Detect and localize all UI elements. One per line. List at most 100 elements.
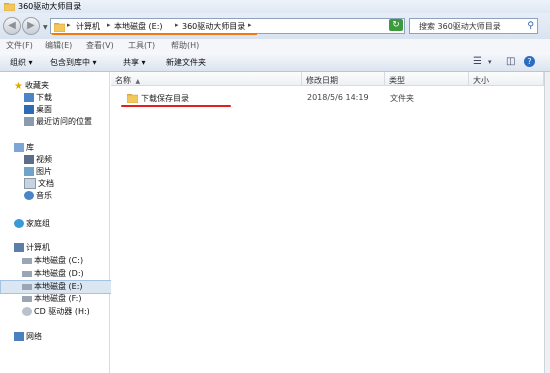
vertical-scrollbar[interactable] [544,72,550,373]
search-icon[interactable]: ⚲ [527,21,534,31]
include-in-library-label: 包含到库中 [50,58,90,67]
sidebar-item-cd-drive[interactable]: CD 驱动器 (H:) [22,306,90,318]
sidebar-libraries[interactable]: 库 [14,142,34,154]
column-header-modified[interactable]: 修改日期 [302,72,385,86]
refresh-button[interactable]: ↻ [389,19,403,31]
window-title: 360驱动大师目录 [18,2,82,11]
drive-icon [22,257,32,264]
forward-icon: ▶ [27,20,35,31]
breadcrumb-separator[interactable]: ▸ [107,21,111,29]
include-in-library-button[interactable]: 包含到库中 ▾ [50,57,97,68]
refresh-icon: ↻ [392,20,400,30]
sidebar-item-desktop[interactable]: 桌面 [24,104,52,116]
column-header-name[interactable]: 名称 ▲ [111,72,302,86]
sort-ascending-icon: ▲ [135,78,141,85]
homegroup-icon [14,219,24,228]
sidebar-item-recent[interactable]: 最近访问的位置 [24,116,92,128]
breadcrumb-separator[interactable]: ▸ [67,21,71,29]
sidebar-item-label: 视频 [36,155,52,164]
computer-icon [14,243,24,252]
drive-icon [22,283,32,290]
sidebar-item-label: 本地磁盘 (E:) [34,282,83,291]
forward-button[interactable]: ▶ [22,17,40,35]
file-type: 文件夹 [390,94,414,103]
downloads-icon [24,93,34,102]
views-icon[interactable]: ☰ [473,56,482,67]
menu-help[interactable]: 帮助(H) [171,40,199,51]
folder-icon [54,23,65,32]
column-header-size[interactable]: 大小 [469,72,544,86]
sidebar-item-drive-f[interactable]: 本地磁盘 (F:) [22,293,81,305]
breadcrumb-separator[interactable]: ▸ [248,21,252,29]
sidebar-computer[interactable]: 计算机 [14,242,50,254]
new-folder-button[interactable]: 新建文件夹 [166,57,206,68]
share-button[interactable]: 共享 ▾ [123,57,146,68]
sidebar-homegroup-label: 家庭组 [26,219,50,228]
menu-view[interactable]: 查看(V) [86,40,114,51]
sidebar-item-documents[interactable]: 文档 [24,178,54,190]
navigation-bar: ◀ ▶ ▼ ▸ 计算机 ▸ 本地磁盘 (E:) ▸ 360驱动大师目录 ▸ ▼ … [0,13,550,39]
preview-pane-icon[interactable]: ◫ [506,56,515,67]
sidebar-network[interactable]: 网络 [14,331,42,343]
share-label: 共享 [123,58,139,67]
navigation-pane: ★ 收藏夹 下载 桌面 最近访问的位置 库 视频 图片 文档 音乐 家庭组 计算机… [0,72,133,373]
views-dropdown[interactable]: ▾ [488,58,492,66]
documents-icon [24,178,36,189]
menu-edit[interactable]: 编辑(E) [45,40,72,51]
organize-button[interactable]: 组织 ▾ [10,57,33,68]
sidebar-item-label: 本地磁盘 (D:) [34,269,84,278]
sidebar-computer-label: 计算机 [26,243,50,252]
breadcrumb-separator[interactable]: ▸ [175,21,179,29]
sidebar-item-label: 图片 [36,167,52,176]
videos-icon [24,155,34,164]
sidebar-item-drive-c[interactable]: 本地磁盘 (C:) [22,255,83,267]
menu-bar: 文件(F) 编辑(E) 查看(V) 工具(T) 帮助(H) [0,39,550,52]
folder-icon [4,3,15,11]
column-name-label: 名称 [115,76,131,85]
back-icon: ◀ [8,20,16,31]
organize-label: 组织 [10,58,26,67]
menu-tools[interactable]: 工具(T) [128,40,155,51]
sidebar-item-label: 下载 [36,93,52,102]
menu-file[interactable]: 文件(F) [6,40,33,51]
drive-icon [22,295,32,302]
cd-icon [22,307,32,316]
breadcrumb-computer[interactable]: 计算机 [76,21,100,32]
help-icon[interactable]: ? [524,56,535,67]
sidebar-item-pictures[interactable]: 图片 [24,166,52,178]
search-box[interactable]: 搜索 360驱动大师目录 ⚲ [409,18,538,34]
sidebar-item-drive-d[interactable]: 本地磁盘 (D:) [22,268,84,280]
star-icon: ★ [14,81,23,92]
recent-places-icon [24,117,34,126]
command-bar: 组织 ▾ 包含到库中 ▾ 共享 ▾ 新建文件夹 ☰ ▾ ◫ ? [0,52,550,72]
folder-icon [127,94,138,103]
sidebar-item-videos[interactable]: 视频 [24,154,52,166]
sidebar-favorites[interactable]: ★ 收藏夹 [14,80,49,92]
sidebar-libraries-label: 库 [26,143,34,152]
back-button[interactable]: ◀ [3,17,21,35]
filename-highlight-underline [121,105,231,107]
search-placeholder: 搜索 360驱动大师目录 [419,22,501,31]
music-icon [24,191,34,200]
column-header-type[interactable]: 类型 [385,72,469,86]
recent-pages-dropdown[interactable]: ▼ [43,24,48,31]
address-highlight-underline [52,33,257,35]
sidebar-favorites-label: 收藏夹 [24,81,49,90]
desktop-icon [24,105,34,114]
breadcrumb-drive[interactable]: 本地磁盘 (E:) [114,21,163,32]
file-list: 名称 ▲ 修改日期 类型 大小 下载保存目录 2018/5/6 14:19 文件… [111,72,544,373]
sidebar-item-label: CD 驱动器 (H:) [34,307,90,316]
file-modified: 2018/5/6 14:19 [307,93,369,102]
sidebar-item-downloads[interactable]: 下载 [24,92,52,104]
breadcrumb-current-folder[interactable]: 360驱动大师目录 [182,21,245,32]
sidebar-item-label: 音乐 [36,191,52,200]
drive-icon [22,270,32,277]
pictures-icon [24,167,34,176]
address-bar[interactable]: ▸ 计算机 ▸ 本地磁盘 (E:) ▸ 360驱动大师目录 ▸ ▼ [50,18,405,34]
sidebar-item-music[interactable]: 音乐 [24,190,52,202]
sidebar-item-label: 本地磁盘 (C:) [34,256,84,265]
sidebar-item-label: 本地磁盘 (F:) [34,294,82,303]
file-name: 下载保存目录 [141,94,189,103]
table-row[interactable]: 下载保存目录 2018/5/6 14:19 文件夹 [122,92,502,105]
sidebar-homegroup[interactable]: 家庭组 [14,218,50,230]
